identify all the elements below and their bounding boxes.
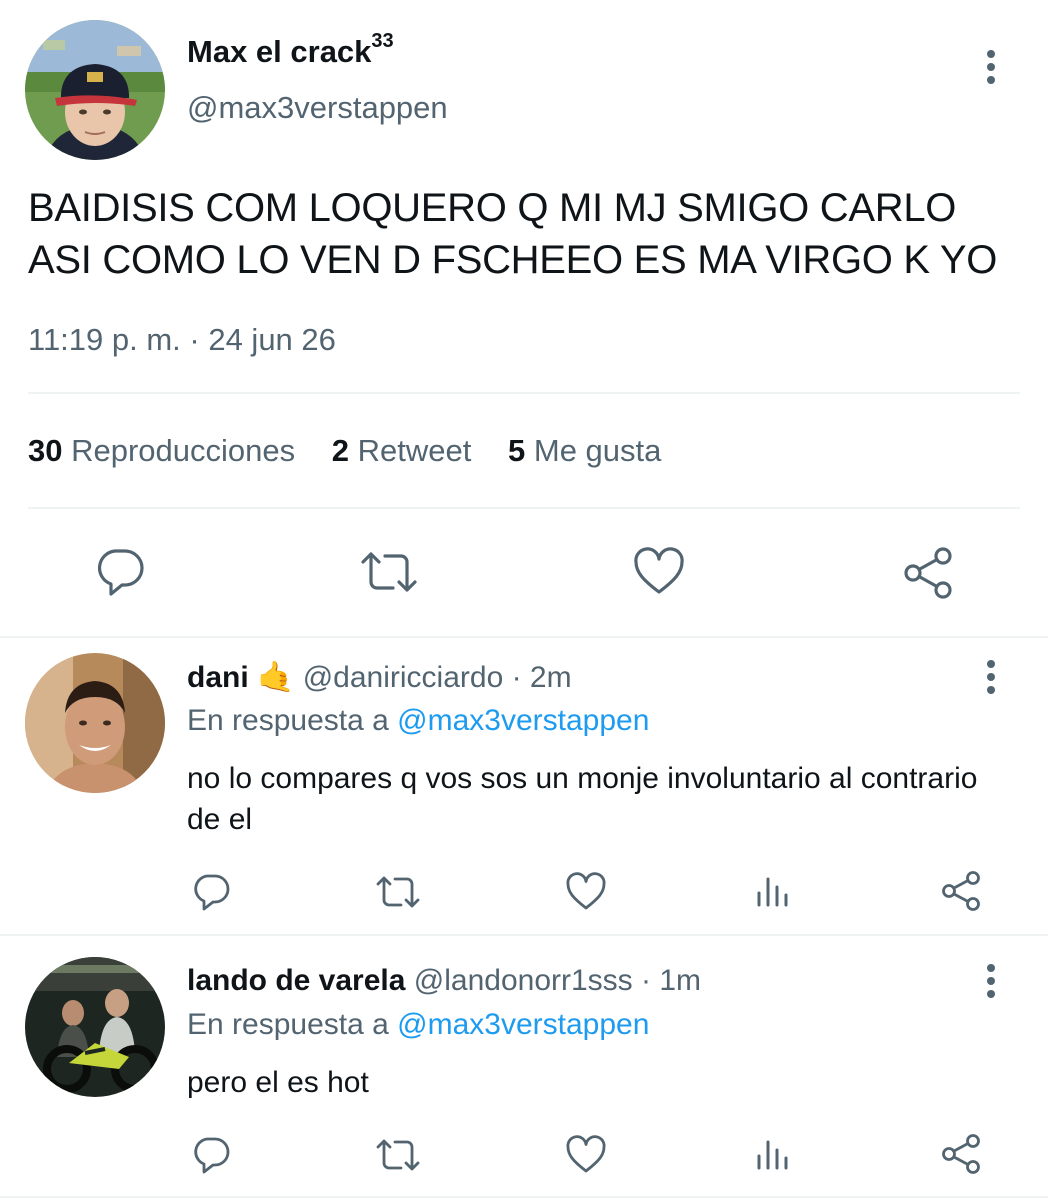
reply-time[interactable]: · 1m (641, 964, 701, 997)
divider (0, 934, 1048, 936)
share-icon[interactable] (901, 546, 955, 600)
retweets-stat[interactable]: 2 Retweet (332, 433, 472, 468)
reply-header: dani 🤙 @daniricciardo · 2m (187, 660, 572, 695)
reply-author-emoji: 🤙 (257, 661, 295, 694)
main-tweet-text: BAIDISIS COM LOQUERO Q MI MJ SMIGO CARLO… (28, 182, 1018, 286)
main-timestamp[interactable]: 11:19 p. m. · 24 jun 26 (28, 322, 336, 358)
main-author-handle[interactable]: @max3verstappen (187, 90, 448, 126)
share-icon[interactable] (940, 1133, 982, 1175)
analytics-icon[interactable] (754, 1136, 792, 1174)
like-icon[interactable] (565, 1135, 607, 1175)
reply-context-mention[interactable]: @max3verstappen (397, 704, 649, 737)
retweet-icon[interactable] (358, 548, 420, 596)
tweet-stats: 30 Reproducciones 2 Retweet 5 Me gusta (28, 433, 661, 469)
main-author-name[interactable]: Max el crack33 (187, 30, 394, 70)
retweets-label: Retweet (357, 433, 472, 468)
views-stat[interactable]: 30 Reproducciones (28, 433, 295, 468)
main-tweet-text-line2: ASI COMO LO VEN D FSCHEEO ES MA VIRGO K … (28, 238, 998, 282)
reply-avatar[interactable] (25, 653, 165, 793)
reply-text: pero el es hot (187, 1066, 369, 1099)
main-tweet-text-line1: BAIDISIS COM LOQUERO Q MI MJ SMIGO CARLO (28, 186, 957, 230)
reply-text: no lo compares q vos sos un monje involu… (187, 762, 978, 836)
reply-avatar[interactable] (25, 957, 165, 1097)
likes-label: Me gusta (533, 433, 662, 468)
reply-header: lando de varela @landonorr1sss · 1m (187, 964, 701, 998)
reply-author-handle[interactable]: @daniricciardo (303, 661, 504, 694)
reply-icon[interactable] (191, 1135, 231, 1175)
reply-context-mention[interactable]: @max3verstappen (397, 1008, 649, 1041)
reply-icon[interactable] (191, 872, 231, 912)
reply-author-name[interactable]: dani (187, 661, 249, 694)
views-label: Reproducciones (71, 433, 296, 468)
main-author-name-text: Max el crack (187, 34, 372, 69)
main-avatar[interactable] (25, 20, 165, 160)
reply-author-handle[interactable]: @landonorr1sss (414, 964, 633, 997)
reply-more-icon[interactable] (976, 658, 1006, 698)
reply-context: En respuesta a @max3verstappen (187, 1008, 649, 1042)
reply-time[interactable]: · 2m (512, 661, 572, 694)
reply-more-icon[interactable] (976, 962, 1006, 1002)
divider (28, 507, 1020, 509)
like-icon[interactable] (565, 872, 607, 912)
reply-context-prefix: En respuesta a (187, 1008, 389, 1041)
reply-icon[interactable] (94, 546, 146, 598)
share-icon[interactable] (940, 870, 982, 912)
main-more-icon[interactable] (976, 48, 1006, 88)
likes-stat[interactable]: 5 Me gusta (508, 433, 661, 468)
divider (28, 392, 1020, 394)
analytics-icon[interactable] (754, 873, 792, 911)
like-icon[interactable] (632, 547, 686, 597)
divider (0, 1196, 1048, 1198)
likes-count: 5 (508, 433, 526, 468)
main-author-name-sup: 33 (371, 30, 394, 52)
reply-context: En respuesta a @max3verstappen (187, 704, 649, 738)
views-count: 30 (28, 433, 63, 468)
reply-context-prefix: En respuesta a (187, 704, 389, 737)
reply-author-name[interactable]: lando de varela (187, 964, 405, 997)
retweets-count: 2 (331, 433, 350, 468)
retweet-icon[interactable] (374, 873, 422, 911)
retweet-icon[interactable] (374, 1136, 422, 1174)
divider (0, 636, 1048, 638)
